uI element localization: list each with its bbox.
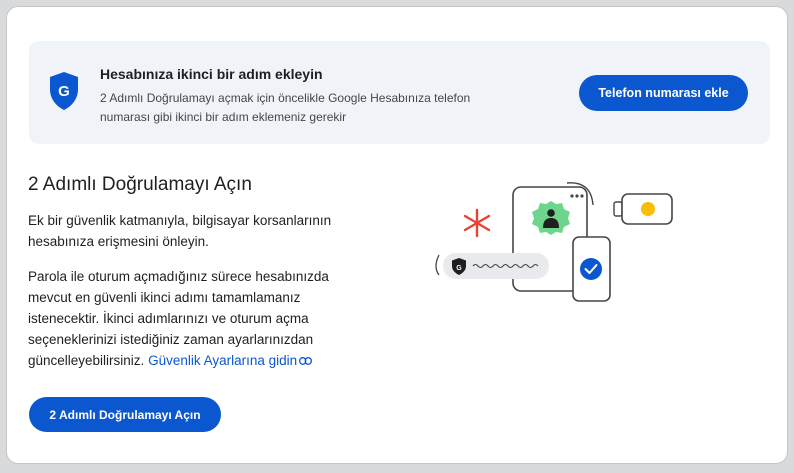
google-shield-icon: G [50, 72, 78, 110]
page-title: 2 Adımlı Doğrulamayı Açın [28, 174, 252, 195]
link-icon [299, 357, 313, 366]
security-settings-link-label: Güvenlik Ayarlarına gidin [148, 353, 298, 368]
checkmark-icon [580, 258, 602, 280]
svg-text:G: G [58, 83, 70, 100]
intro-paragraph: Ek bir güvenlik katmanıyla, bilgisayar k… [28, 213, 332, 249]
svg-text:G: G [456, 265, 462, 272]
security-key-icon [613, 193, 673, 225]
password-field-graphic: G [435, 253, 549, 279]
add-second-step-banner: G Hesabınıza ikinci bir adım ekleyin 2 A… [29, 41, 770, 144]
add-phone-number-button[interactable]: Telefon numarası ekle [579, 75, 748, 111]
asterisk-icon [463, 208, 491, 238]
security-illustration: G [435, 182, 673, 302]
details-paragraph: Parola ile oturum açmadığınız sürece hes… [28, 266, 368, 371]
banner-title: Hesabınıza ikinci bir adım ekleyin [100, 66, 323, 82]
two-step-verification-card: G Hesabınıza ikinci bir adım ekleyin 2 A… [6, 6, 788, 464]
security-settings-link[interactable]: Güvenlik Ayarlarına gidin [148, 353, 313, 368]
banner-description: 2 Adımlı Doğrulamayı açmak için öncelikl… [100, 91, 471, 124]
turn-on-2sv-button[interactable]: 2 Adımlı Doğrulamayı Açın [29, 397, 221, 432]
